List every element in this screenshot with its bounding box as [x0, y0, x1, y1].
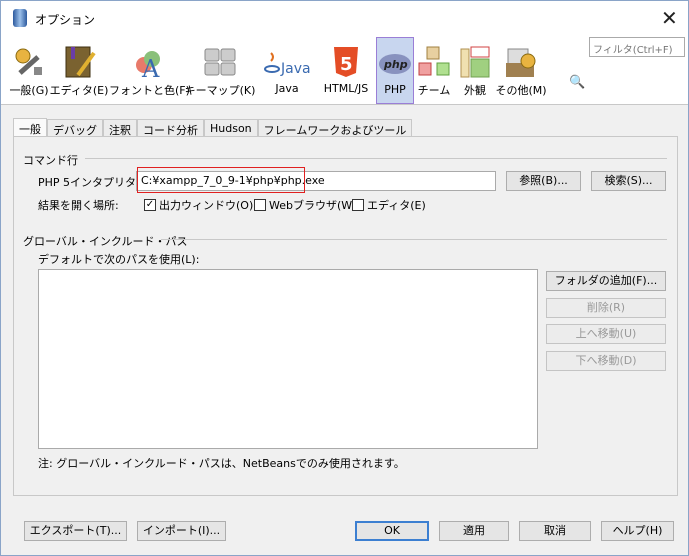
html5-icon: 5 [329, 45, 363, 79]
tab-debug[interactable]: デバッグ [47, 119, 103, 137]
window-title: オプション [35, 13, 96, 27]
category-keymap[interactable]: キーマップ(K) [185, 37, 255, 104]
category-editor[interactable]: エディタ(E) [50, 37, 108, 104]
tab-code-analysis[interactable]: コード分析 [137, 119, 204, 137]
web-browser-checkbox[interactable]: Webブラウザ(W) [254, 197, 356, 213]
default-path-label: デフォルトで次のパスを使用(L): [38, 253, 200, 266]
checkbox-label: エディタ(E) [367, 199, 426, 212]
import-button[interactable]: インポート(I)... [137, 521, 226, 541]
include-path-heading: グローバル・インクルード・パス [23, 235, 188, 248]
remove-button[interactable]: 削除(R) [546, 298, 666, 318]
checkbox-label: 出力ウィンドウ(O) [159, 199, 254, 212]
cancel-button[interactable]: 取消 [519, 521, 591, 541]
folder-gear-icon [504, 45, 538, 79]
add-folder-button[interactable]: フォルダの追加(F)... [546, 271, 666, 291]
category-java[interactable]: Java Java [263, 37, 311, 104]
apply-button[interactable]: 適用 [439, 521, 509, 541]
svg-text:5: 5 [340, 54, 353, 75]
filter-input[interactable]: フィルタ(Ctrl+F) [589, 37, 685, 57]
tab-frameworks-tools[interactable]: フレームワークおよびツール [257, 119, 413, 137]
svg-text:Java: Java [280, 61, 311, 77]
layout-icon [459, 45, 493, 79]
open-result-label: 結果を開く場所: [38, 199, 119, 212]
book-pencil-icon [62, 45, 96, 79]
divider [161, 239, 667, 240]
java-logo-icon: Java [263, 45, 311, 79]
search-button[interactable]: 検索(S)... [591, 171, 666, 191]
svg-text:A: A [141, 55, 160, 79]
help-button[interactable]: ヘルプ(H) [601, 521, 674, 541]
tab-general[interactable]: 一般 [13, 118, 47, 137]
editor-checkbox[interactable]: エディタ(E) [352, 197, 426, 213]
checkbox-box [254, 199, 266, 211]
category-miscellaneous[interactable]: その他(M) [495, 37, 547, 104]
checkmark-icon: ✓ [144, 199, 156, 211]
title-bar: オプション ✕ [1, 1, 688, 37]
keyboard-icon [203, 45, 237, 79]
netbeans-icon [13, 9, 27, 27]
move-up-button[interactable]: 上へ移動(U) [546, 324, 666, 344]
move-down-button[interactable]: 下へ移動(D) [546, 351, 666, 371]
include-path-note: 注: グローバル・インクルード・パスは、NetBeansでのみ使用されます。 [38, 457, 405, 470]
checkbox-box [352, 199, 364, 211]
browse-button[interactable]: 参照(B)... [506, 171, 581, 191]
font-icon: A [132, 45, 166, 83]
divider [85, 158, 667, 159]
tab-hudson[interactable]: Hudson [204, 119, 258, 137]
options-dialog: オプション ✕ 一般(G) エディタ(E) A フォントと色(F) キーマップ(K… [0, 0, 689, 556]
search-icon: 🔍 [569, 75, 586, 90]
php-tabs: 一般 デバッグ 注釈 コード分析 Hudson フレームワークおよびツール [13, 118, 413, 137]
svg-text:php: php [383, 58, 408, 71]
highlight-box [137, 167, 305, 193]
cubes-icon [417, 45, 451, 79]
close-button[interactable]: ✕ [661, 6, 678, 30]
export-button[interactable]: エクスポート(T)... [24, 521, 127, 541]
output-window-checkbox[interactable]: ✓ 出力ウィンドウ(O) [144, 197, 253, 213]
ok-button[interactable]: OK [355, 521, 429, 541]
category-fonts-colors[interactable]: A フォントと色(F) [109, 37, 190, 104]
php-logo-icon: php [378, 46, 412, 80]
tab-annotations[interactable]: 注釈 [103, 119, 137, 137]
include-path-list[interactable] [38, 269, 538, 449]
checkbox-label: Webブラウザ(W) [269, 199, 357, 212]
command-line-heading: コマンド行 [23, 154, 78, 167]
category-toolbar: 一般(G) エディタ(E) A フォントと色(F) キーマップ(K) Java Ja… [1, 37, 688, 105]
wrench-gear-icon [12, 45, 46, 79]
